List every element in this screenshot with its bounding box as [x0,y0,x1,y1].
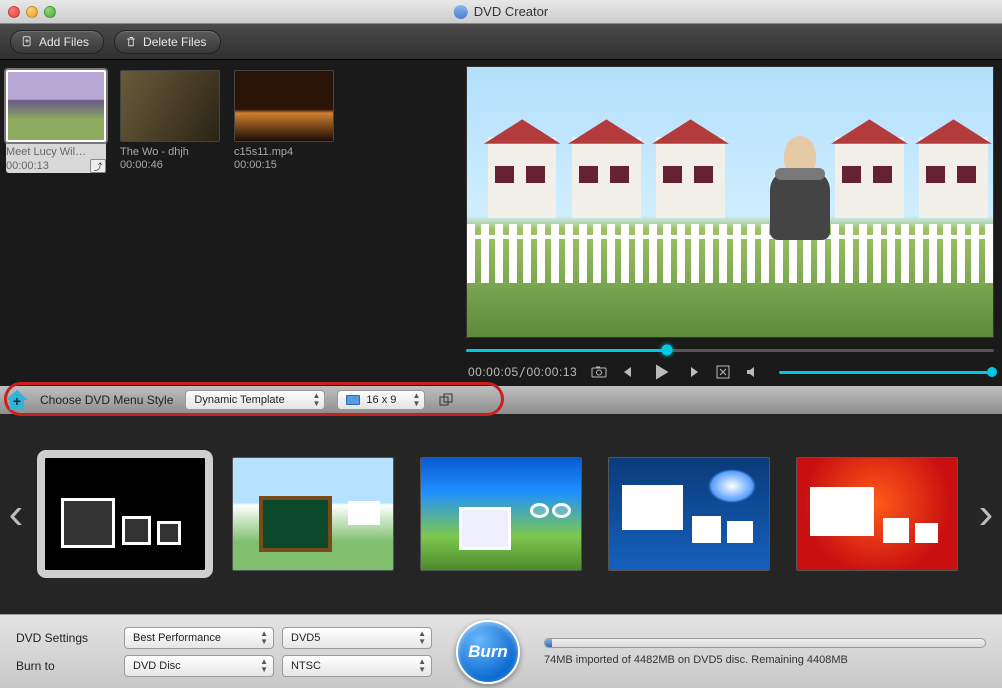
carousel-next[interactable]: › [978,489,994,539]
add-files-label: Add Files [39,35,89,49]
capacity-progress: 74MB imported of 4482MB on DVD5 disc. Re… [544,638,986,666]
template-type-select[interactable]: Dynamic Template ▲▼ [185,390,325,410]
carousel-prev[interactable]: ‹ [8,489,24,539]
window-controls [8,6,56,18]
app-icon [454,5,468,19]
burn-button[interactable]: Burn [456,620,520,684]
close-window[interactable] [8,6,20,18]
video-preview[interactable] [466,66,994,338]
fullscreen-icon[interactable] [715,364,731,380]
play-icon[interactable] [651,362,671,382]
home-add-button[interactable]: + [6,390,28,410]
export-clip-icon[interactable]: ⤴ [90,159,106,173]
template-item[interactable] [232,457,394,571]
capacity-text: 74MB imported of 4482MB on DVD5 disc. Re… [544,654,986,666]
quality-select[interactable]: Best Performance▲▼ [124,627,274,649]
clip-item[interactable]: Meet Lucy Wil… 00:00:13 ⤴ [6,70,106,173]
next-frame-icon[interactable] [685,364,701,380]
dvd-settings-label: DVD Settings [16,631,116,645]
delete-files-label: Delete Files [143,35,206,49]
window-title: DVD Creator [454,4,548,19]
disc-type-select[interactable]: DVD5▲▼ [282,627,432,649]
clip-duration: 00:00:15 [234,159,277,171]
clip-name: c15s11.mp4 [234,146,334,158]
player-controls: 00:00:05/00:00:13 [466,338,994,382]
clip-name: The Wo - dhjh [120,146,220,158]
popout-icon[interactable] [437,391,455,409]
template-item[interactable] [796,457,958,571]
template-item[interactable] [608,457,770,571]
clip-name: Meet Lucy Wil… [6,146,106,158]
main-area: Meet Lucy Wil… 00:00:13 ⤴ The Wo - dhjh … [0,60,1002,386]
clip-duration: 00:00:13 [6,160,49,172]
seek-bar[interactable] [466,342,994,358]
volume-icon[interactable] [745,364,761,380]
add-files-button[interactable]: Add Files [10,30,104,54]
clip-item[interactable]: c15s11.mp4 00:00:15 [234,70,334,171]
trash-icon [125,36,137,48]
menu-style-label: Choose DVD Menu Style [40,393,173,407]
aspect-ratio-select[interactable]: 16 x 9 ▲▼ [337,390,425,410]
clip-thumbnail [120,70,220,142]
clip-list: Meet Lucy Wil… 00:00:13 ⤴ The Wo - dhjh … [0,60,458,386]
prev-frame-icon[interactable] [621,364,637,380]
burn-target-select[interactable]: DVD Disc▲▼ [124,655,274,677]
main-toolbar: Add Files Delete Files [0,24,1002,60]
zoom-window[interactable] [44,6,56,18]
delete-files-button[interactable]: Delete Files [114,30,221,54]
window-titlebar: DVD Creator [0,0,1002,24]
bottom-bar: DVD Settings Best Performance▲▼ DVD5▲▼ B… [0,614,1002,688]
playback-time: 00:00:05/00:00:13 [468,365,577,379]
template-item[interactable] [420,457,582,571]
menu-style-bar: + Choose DVD Menu Style Dynamic Template… [0,386,1002,414]
tv-standard-select[interactable]: NTSC▲▼ [282,655,432,677]
template-carousel: ‹ › [0,414,1002,614]
clip-duration: 00:00:46 [120,159,163,171]
clip-thumbnail [234,70,334,142]
minimize-window[interactable] [26,6,38,18]
template-item[interactable] [44,457,206,571]
preview-panel: 00:00:05/00:00:13 [458,60,1002,386]
snapshot-icon[interactable] [591,364,607,380]
app-title-text: DVD Creator [474,4,548,19]
clip-item[interactable]: The Wo - dhjh 00:00:46 [120,70,220,171]
volume-slider[interactable] [779,371,992,374]
clip-thumbnail [6,70,106,142]
tv-icon [346,395,360,405]
burn-to-label: Burn to [16,659,116,673]
add-file-icon [21,36,33,48]
